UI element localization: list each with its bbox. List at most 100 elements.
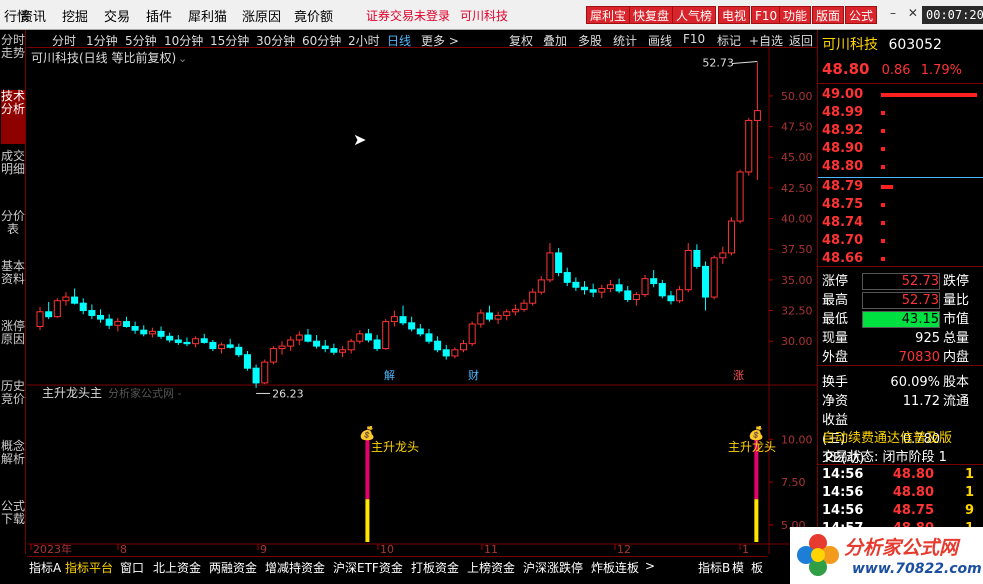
tab-deal-detail[interactable]: 成交明细 — [1, 150, 25, 204]
stat-row: 换手 60.09% 股本 — [822, 371, 982, 390]
bottom-tab-holding-change[interactable]: 增减持资金 — [265, 559, 325, 576]
tool-overlay[interactable]: 叠加 — [543, 32, 567, 49]
close-icon[interactable]: ✕ — [908, 6, 918, 20]
tool-draw[interactable]: 画线 — [648, 32, 672, 49]
menu-limit-reason[interactable]: 涨原因 — [242, 6, 281, 25]
signal-bar-bottom — [365, 499, 370, 542]
minimize-icon[interactable]: – — [890, 6, 896, 20]
bottom-tab-template[interactable]: 模 — [732, 559, 744, 576]
candle-body — [209, 341, 217, 350]
bottom-tab-broken-board[interactable]: 炸板连板 — [591, 559, 639, 576]
tab-technical[interactable]: 技术分析 — [1, 90, 25, 144]
period-daily[interactable]: 日线 — [387, 32, 411, 49]
tab-basic-info[interactable]: 基本资料 — [1, 260, 25, 314]
menu-plugin[interactable]: 插件 — [146, 6, 172, 25]
indicator-tick-label: 10.00 — [781, 433, 813, 446]
candle-body — [451, 349, 459, 357]
tool-stats[interactable]: 统计 — [613, 32, 637, 49]
indicator-title[interactable]: 主升龙头主 — [42, 386, 102, 400]
quick-review-button[interactable]: 快复盘 — [629, 6, 674, 24]
bottom-tab-list-fund[interactable]: 上榜资金 — [467, 559, 515, 576]
bottom-tab-board-fund[interactable]: 打板资金 — [411, 559, 459, 576]
marker-finance[interactable]: 财 — [468, 368, 479, 382]
kline-chart[interactable]: 可川科技(日线 等比前复权) ⌄ 30.00 32.50 35.00 37.50 40.… — [27, 48, 817, 554]
period-timeshare[interactable]: 分时 — [52, 32, 76, 49]
chart-title: 可川科技(日线 等比前复权) — [31, 50, 176, 65]
bottom-tab-window[interactable]: 窗口 — [120, 559, 144, 576]
period-2hour[interactable]: 2小时 — [348, 32, 380, 49]
candle-body — [719, 252, 727, 259]
stat-label-right: 流通 — [943, 394, 970, 409]
menu-news[interactable]: 资讯 — [20, 6, 46, 25]
window-controls[interactable]: – ✕ — [890, 6, 918, 20]
tab-history-auction[interactable]: 历史竞价 — [1, 380, 25, 434]
xilibao-button[interactable]: 犀利宝 — [586, 6, 631, 24]
formula-button[interactable]: 公式 — [845, 6, 878, 24]
candle-body — [425, 333, 433, 342]
stock-change: 0.86 — [881, 63, 911, 78]
menu-mining[interactable]: 挖掘 — [62, 6, 88, 25]
candle-body — [321, 345, 329, 350]
indicator-signal-label-2: 主升龙头 — [728, 440, 776, 454]
candle-body — [546, 252, 554, 281]
tool-f10[interactable]: F10 — [683, 32, 705, 46]
candle-body — [624, 290, 632, 301]
ask-level: 48.90 — [822, 141, 982, 159]
bottom-tab-limit-stats[interactable]: 沪深涨跌停 — [523, 559, 583, 576]
candle-body — [79, 302, 87, 312]
candle-body — [416, 328, 424, 335]
layout-button[interactable]: 版面 — [812, 6, 845, 24]
menu-auction[interactable]: 竟价额 — [294, 6, 333, 25]
tick-time: 14:56 — [822, 467, 864, 482]
period-5min[interactable]: 5分钟 — [125, 32, 157, 49]
tv-button[interactable]: 电视 — [718, 6, 751, 24]
tool-add-watch[interactable]: +自选 — [749, 32, 783, 49]
ask-volume-bar — [881, 128, 886, 133]
popularity-button[interactable]: 人气榜 — [672, 6, 717, 24]
period-10min[interactable]: 10分钟 — [164, 32, 203, 49]
tab-price-table[interactable]: 分价表 — [1, 210, 25, 254]
stat-label: 最高 — [822, 293, 849, 308]
period-1min[interactable]: 1分钟 — [86, 32, 118, 49]
tool-mark[interactable]: 标记 — [717, 32, 741, 49]
bottom-tab-bar: 指标A 指标平台 窗口 北上资金 两融资金 增减持资金 沪深ETF资金 打板资金… — [27, 556, 767, 584]
period-60min[interactable]: 60分钟 — [302, 32, 341, 49]
candle-body — [408, 322, 416, 330]
ticker-text[interactable]: 自动续费通达信普及版 — [822, 427, 982, 446]
tool-adjust[interactable]: 复权 — [509, 32, 533, 49]
menu-xilimao[interactable]: 犀利猫 — [188, 6, 227, 25]
function-button[interactable]: 功能 — [779, 6, 812, 24]
stat-row: 涨停 52.73 跌停 — [822, 270, 982, 290]
candle-body — [140, 329, 148, 335]
money-bag-icon: 💰 — [359, 425, 375, 441]
bid-volume-bar — [881, 256, 886, 261]
period-more[interactable]: 更多 > — [421, 32, 459, 49]
y-tick-label: 35.00 — [781, 274, 813, 287]
tab-timeshare[interactable]: 分时走势 — [1, 34, 25, 86]
candle-body — [235, 346, 243, 356]
trade-status-value: 闭市阶段 1 — [882, 450, 947, 465]
high-annotation: 52.73 — [702, 56, 734, 69]
candle-body — [434, 340, 442, 351]
bottom-tab-board[interactable]: 板 — [751, 559, 763, 576]
tool-multi[interactable]: 多股 — [578, 32, 602, 49]
marker-limit-up[interactable]: 涨 — [733, 369, 744, 382]
bottom-tab-northbound[interactable]: 北上资金 — [153, 559, 201, 576]
marker-unlock[interactable]: 解 — [384, 368, 395, 382]
f10-button[interactable]: F10 — [751, 6, 782, 24]
bottom-tab-margin[interactable]: 两融资金 — [209, 559, 257, 576]
bottom-tab-etf[interactable]: 沪深ETF资金 — [333, 559, 403, 576]
bottom-tab-scroll-right[interactable]: > — [645, 559, 655, 573]
tool-back[interactable]: 返回 — [789, 32, 813, 49]
bottom-tab-indicator-b[interactable]: 指标B — [698, 559, 730, 576]
bottom-tab-indicator-platform[interactable]: 指标平台 — [65, 559, 113, 576]
period-30min[interactable]: 30分钟 — [256, 32, 295, 49]
tab-limit-reason[interactable]: 涨停原因 — [1, 320, 25, 374]
menu-trade[interactable]: 交易 — [104, 6, 130, 25]
chart-title-dropdown-icon[interactable]: ⌄ — [178, 52, 187, 65]
period-15min[interactable]: 15分钟 — [210, 32, 249, 49]
login-notice[interactable]: 证券交易未登录 — [366, 7, 450, 24]
tab-concept[interactable]: 概念解析 — [1, 440, 25, 494]
tab-formula-download[interactable]: 公式下载 — [1, 500, 25, 552]
bottom-tab-indicator-a[interactable]: 指标A — [29, 559, 61, 576]
